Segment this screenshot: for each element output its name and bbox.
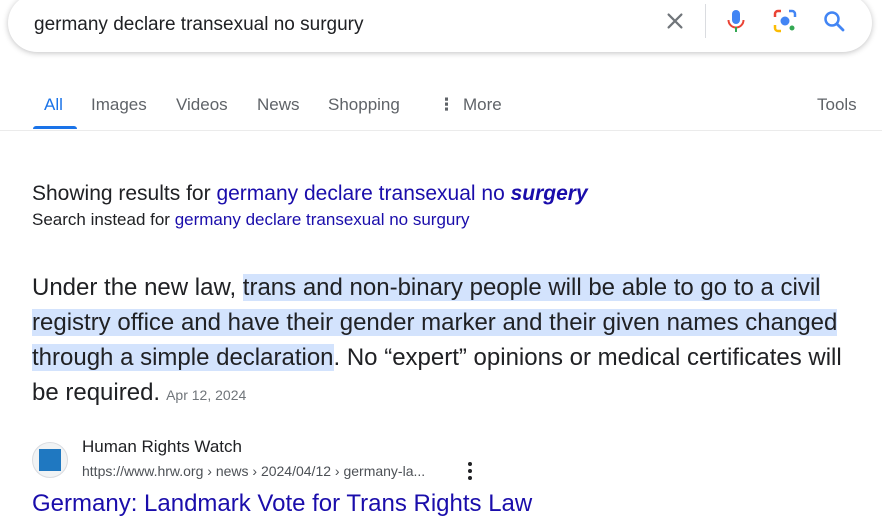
corrected-query-text: germany declare transexual no bbox=[216, 182, 505, 205]
google-lens-icon[interactable] bbox=[772, 8, 798, 34]
search-instead: Search instead for germany declare trans… bbox=[32, 210, 470, 230]
active-tab-indicator bbox=[33, 126, 77, 129]
tab-shopping[interactable]: Shopping bbox=[328, 95, 400, 115]
clear-icon[interactable] bbox=[662, 8, 688, 34]
result-options-icon[interactable] bbox=[462, 461, 478, 481]
snippet-text-before: Under the new law, bbox=[32, 274, 243, 301]
tabs-divider bbox=[0, 130, 882, 131]
hrw-logo-icon bbox=[39, 449, 61, 471]
featured-snippet: Under the new law, trans and non-binary … bbox=[32, 270, 852, 413]
tab-all[interactable]: All bbox=[44, 95, 63, 115]
search-icon[interactable] bbox=[821, 8, 847, 34]
microphone-icon[interactable] bbox=[723, 8, 749, 34]
search-tabs: All Images Videos News Shopping ⋮ More To… bbox=[0, 88, 882, 130]
result-source[interactable]: Human Rights Watch https://www.hrw.org ›… bbox=[32, 437, 632, 487]
tab-more[interactable]: ⋮ More bbox=[438, 95, 502, 115]
more-vert-icon: ⋮ bbox=[438, 95, 455, 114]
tab-more-label: More bbox=[463, 95, 502, 114]
search-input[interactable]: germany declare transexual no surgury bbox=[34, 14, 364, 36]
search-instead-label: Search instead for bbox=[32, 210, 170, 229]
tab-news[interactable]: News bbox=[257, 95, 300, 115]
site-url: https://www.hrw.org › news › 2024/04/12 … bbox=[82, 463, 426, 479]
tab-videos[interactable]: Videos bbox=[176, 95, 228, 115]
tab-images[interactable]: Images bbox=[91, 95, 147, 115]
snippet-date: Apr 12, 2024 bbox=[166, 387, 247, 403]
corrected-query-link[interactable]: germany declare transexual no surgery bbox=[216, 182, 587, 205]
search-bar[interactable]: germany declare transexual no surgury bbox=[8, 0, 872, 52]
site-name: Human Rights Watch bbox=[82, 437, 242, 456]
search-divider bbox=[705, 4, 706, 38]
original-query-link[interactable]: germany declare transexual no surgury bbox=[175, 210, 470, 229]
tools-button[interactable]: Tools bbox=[817, 95, 857, 115]
showing-results-label: Showing results for bbox=[32, 182, 211, 205]
spelling-correction: Showing results for germany declare tran… bbox=[32, 182, 588, 206]
result-title-link[interactable]: Germany: Landmark Vote for Trans Rights … bbox=[32, 490, 532, 518]
corrected-word: surgery bbox=[510, 182, 588, 205]
site-favicon bbox=[32, 442, 68, 478]
